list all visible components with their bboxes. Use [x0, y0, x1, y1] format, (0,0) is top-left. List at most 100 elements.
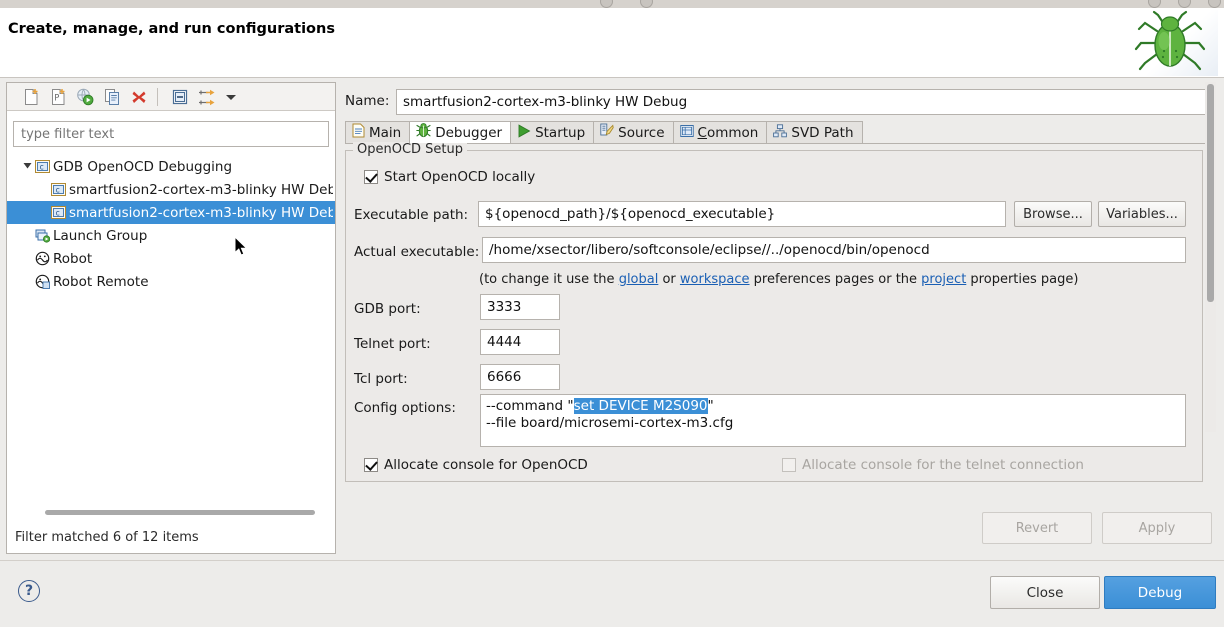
tab-svd-path[interactable]: SVD Path [766, 121, 862, 143]
apply-button[interactable]: Apply [1102, 512, 1212, 544]
dialog-header: Create, manage, and run configurations [0, 8, 1224, 78]
telnet-port-label: Telnet port: [354, 336, 431, 352]
tree-item-smartfusion2-hw-debug-2[interactable]: c smartfusion2-cortex-m3-blinky HW Debu [7, 201, 335, 224]
tab-source[interactable]: Source [593, 121, 673, 143]
tab-debugger[interactable]: Debugger [409, 121, 511, 143]
chevron-down-icon[interactable] [219, 86, 243, 108]
footer-divider [0, 560, 1224, 561]
tree-item-label: smartfusion2-cortex-m3-blinky HW Debu [69, 205, 333, 221]
page-title: Create, manage, and run configurations [8, 21, 335, 37]
openocd-setup-group: OpenOCD Setup Start OpenOCD locally Exec… [345, 150, 1203, 482]
browse-button[interactable]: Browse... [1014, 201, 1092, 227]
telnet-port-input[interactable] [480, 329, 560, 355]
checkbox-label: Start OpenOCD locally [384, 169, 535, 185]
robot-icon [35, 251, 50, 266]
new-prototype-button[interactable]: P [46, 86, 70, 108]
titlebar-button-2[interactable] [640, 0, 653, 8]
configurations-panel: P [6, 82, 336, 554]
tree-item-robot[interactable]: Robot [7, 247, 335, 270]
filter-arrows-icon[interactable] [195, 86, 219, 108]
tree-horizontal-scrollbar[interactable] [15, 508, 327, 517]
tab-label: Main [369, 125, 401, 141]
global-preferences-link[interactable]: global [619, 272, 659, 287]
hint-prefix: (to change it use the [479, 272, 619, 287]
svg-text:c: c [56, 208, 60, 217]
tree-item-robot-remote[interactable]: Robot Remote [7, 270, 335, 293]
checkbox-box[interactable] [364, 458, 378, 472]
svg-text:c: c [56, 185, 60, 194]
titlebar-button-1[interactable] [600, 0, 613, 8]
tab-label: Startup [535, 125, 585, 141]
common-table-icon [680, 124, 694, 142]
launch-group-icon [35, 228, 50, 243]
tree-item-gdb-openocd-debugging[interactable]: c GDB OpenOCD Debugging [7, 155, 335, 178]
titlebar-maximize-button[interactable] [1178, 0, 1191, 8]
revert-button[interactable]: Revert [982, 512, 1092, 544]
close-button[interactable]: Close [990, 576, 1100, 609]
editor-vertical-scrollbar-thumb[interactable] [1207, 84, 1214, 302]
checkbox-box[interactable] [364, 170, 378, 184]
tree-item-label: Launch Group [53, 228, 147, 244]
gdb-port-input[interactable] [480, 294, 560, 320]
duplicate-icon[interactable] [100, 86, 124, 108]
green-bug-icon [1122, 10, 1218, 76]
configuration-name-input[interactable] [396, 89, 1208, 115]
actual-executable-input [482, 237, 1186, 263]
checkbox-label: Allocate console for OpenOCD [384, 457, 588, 473]
titlebar-close-button[interactable] [1208, 0, 1221, 8]
svd-tree-icon [773, 124, 787, 142]
search-input[interactable] [13, 121, 329, 147]
svg-text:P: P [54, 94, 59, 104]
config-options-textarea[interactable]: --command "set DEVICE M2S090" --file boa… [480, 394, 1186, 447]
tcl-port-input[interactable] [480, 364, 560, 390]
hint-mid1: or [658, 272, 680, 287]
tree-horizontal-scrollbar-thumb[interactable] [45, 510, 315, 515]
dialog-create-manage-run-configurations: Create, manage, and run configurations [0, 0, 1224, 627]
window-titlebar [0, 0, 1224, 8]
preferences-hint: (to change it use the global or workspac… [479, 272, 1078, 287]
name-label: Name: [345, 93, 389, 109]
document-icon [352, 123, 365, 142]
export-icon[interactable] [73, 86, 97, 108]
tree-item-label: Robot Remote [53, 274, 149, 290]
tab-bar: Main Debugger [345, 122, 1213, 144]
configurations-toolbar: P [7, 83, 335, 111]
group-title: OpenOCD Setup [353, 142, 467, 157]
configurations-tree[interactable]: c GDB OpenOCD Debugging c smartfusion2-c… [7, 155, 335, 523]
executable-path-input[interactable] [478, 201, 1006, 227]
tab-main[interactable]: Main [345, 121, 410, 143]
project-properties-link[interactable]: project [921, 272, 966, 287]
gdb-port-label: GDB port: [354, 301, 421, 317]
mouse-cursor [234, 236, 250, 258]
filter-status-text: Filter matched 6 of 12 items [15, 530, 199, 545]
workspace-preferences-link[interactable]: workspace [680, 272, 750, 287]
tab-common[interactable]: Common [673, 121, 768, 143]
tcl-port-label: Tcl port: [354, 371, 408, 387]
titlebar-minimize-button[interactable] [1148, 0, 1161, 8]
collapse-all-icon[interactable] [168, 86, 192, 108]
twisty-expanded-icon[interactable] [19, 161, 35, 173]
help-icon[interactable]: ? [18, 580, 40, 602]
delete-red-x-icon[interactable] [127, 86, 151, 108]
actual-executable-label: Actual executable: [354, 244, 479, 260]
tree-item-label: GDB OpenOCD Debugging [53, 159, 232, 175]
new-configuration-button[interactable] [19, 86, 43, 108]
c-config-icon: c [51, 182, 66, 197]
tab-label: Source [618, 125, 664, 141]
tree-item-label: Robot [53, 251, 92, 267]
debug-button[interactable]: Debug [1104, 576, 1216, 609]
tree-item-launch-group[interactable]: Launch Group [7, 224, 335, 247]
svg-text:c: c [40, 162, 44, 171]
allocate-console-openocd-checkbox[interactable]: Allocate console for OpenOCD [364, 457, 588, 473]
toolbar-separator [157, 88, 158, 106]
hint-mid2: preferences pages or the [750, 272, 922, 287]
config-line2: --file board/microsemi-cortex-m3.cfg [486, 415, 733, 431]
tab-startup[interactable]: Startup [510, 121, 594, 143]
hint-suffix: properties page) [966, 272, 1078, 287]
editor-vertical-scrollbar[interactable] [1205, 82, 1216, 432]
config-options-label: Config options: [354, 400, 456, 416]
variables-button[interactable]: Variables... [1098, 201, 1186, 227]
tree-item-smartfusion2-hw-debug-1[interactable]: c smartfusion2-cortex-m3-blinky HW Debu [7, 178, 335, 201]
name-row: Name: [340, 89, 1218, 115]
start-openocd-locally-checkbox[interactable]: Start OpenOCD locally [364, 169, 535, 185]
